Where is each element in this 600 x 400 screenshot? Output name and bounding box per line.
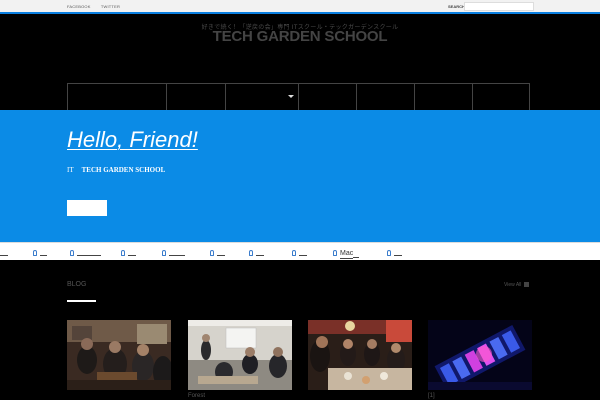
link-item-8[interactable] bbox=[292, 250, 307, 260]
hero-title[interactable]: Hello, Friend! bbox=[67, 127, 198, 153]
lightbulb-icon bbox=[121, 250, 125, 256]
site-logo[interactable]: TECH GARDEN SCHOOL bbox=[0, 28, 600, 45]
nav-item-7[interactable] bbox=[472, 83, 530, 111]
nav-item-5[interactable] bbox=[356, 83, 414, 111]
grid-icon bbox=[524, 282, 530, 288]
link-item-1[interactable] bbox=[0, 250, 8, 260]
link-item-5[interactable] bbox=[162, 250, 185, 260]
search-label: SEARCH bbox=[448, 4, 465, 9]
link-item-7[interactable] bbox=[249, 250, 264, 260]
lightbulb-icon bbox=[333, 250, 337, 256]
hero-cta-button[interactable] bbox=[67, 200, 107, 216]
link-item-4[interactable] bbox=[121, 250, 136, 260]
blog-caption-4: [1] bbox=[428, 393, 435, 399]
link-bar: Mac bbox=[0, 242, 600, 260]
blog-title-underline bbox=[67, 300, 96, 302]
lightbulb-icon bbox=[387, 250, 391, 256]
link-item-3[interactable] bbox=[70, 250, 101, 260]
blog-thumb-2[interactable] bbox=[188, 320, 292, 390]
nav-item-3[interactable] bbox=[225, 83, 298, 111]
twitter-link[interactable]: TWITTER bbox=[101, 4, 120, 9]
lightbulb-icon bbox=[162, 250, 166, 256]
hero-banner: Hello, Friend! IT TECH GARDEN SCHOOL bbox=[0, 110, 600, 242]
link-item-2[interactable] bbox=[33, 250, 47, 260]
blog-thumb-3[interactable] bbox=[308, 320, 412, 390]
hero-school-name: TECH GARDEN SCHOOL bbox=[81, 166, 166, 174]
lightbulb-icon bbox=[70, 250, 74, 256]
chevron-down-icon bbox=[288, 95, 294, 98]
lightbulb-icon bbox=[33, 250, 37, 256]
link-item-6[interactable] bbox=[210, 250, 225, 260]
lightbulb-icon bbox=[249, 250, 253, 256]
main-nav bbox=[67, 83, 530, 111]
link-item-mac[interactable]: Mac bbox=[333, 250, 360, 260]
nav-item-2[interactable] bbox=[166, 83, 225, 111]
hero-prefix: IT bbox=[67, 166, 74, 174]
nav-item-1[interactable] bbox=[67, 83, 166, 111]
nav-item-4[interactable] bbox=[298, 83, 356, 111]
hero-text: IT TECH GARDEN SCHOOL bbox=[67, 166, 165, 174]
lightbulb-icon bbox=[292, 250, 296, 256]
link-item-9[interactable] bbox=[387, 250, 402, 260]
blog-thumb-1[interactable] bbox=[67, 320, 171, 390]
view-all-link[interactable]: View All bbox=[504, 282, 530, 288]
lightbulb-icon bbox=[210, 250, 214, 256]
social-links: FACEBOOK TWITTER bbox=[67, 4, 129, 9]
top-bar: FACEBOOK TWITTER SEARCH bbox=[0, 0, 600, 14]
search-input[interactable] bbox=[464, 2, 534, 11]
blog-thumb-4[interactable] bbox=[428, 320, 532, 390]
blog-section-title: BLOG bbox=[67, 281, 87, 288]
facebook-link[interactable]: FACEBOOK bbox=[67, 4, 91, 9]
nav-item-6[interactable] bbox=[414, 83, 472, 111]
blog-caption-2: Forest bbox=[188, 393, 206, 399]
